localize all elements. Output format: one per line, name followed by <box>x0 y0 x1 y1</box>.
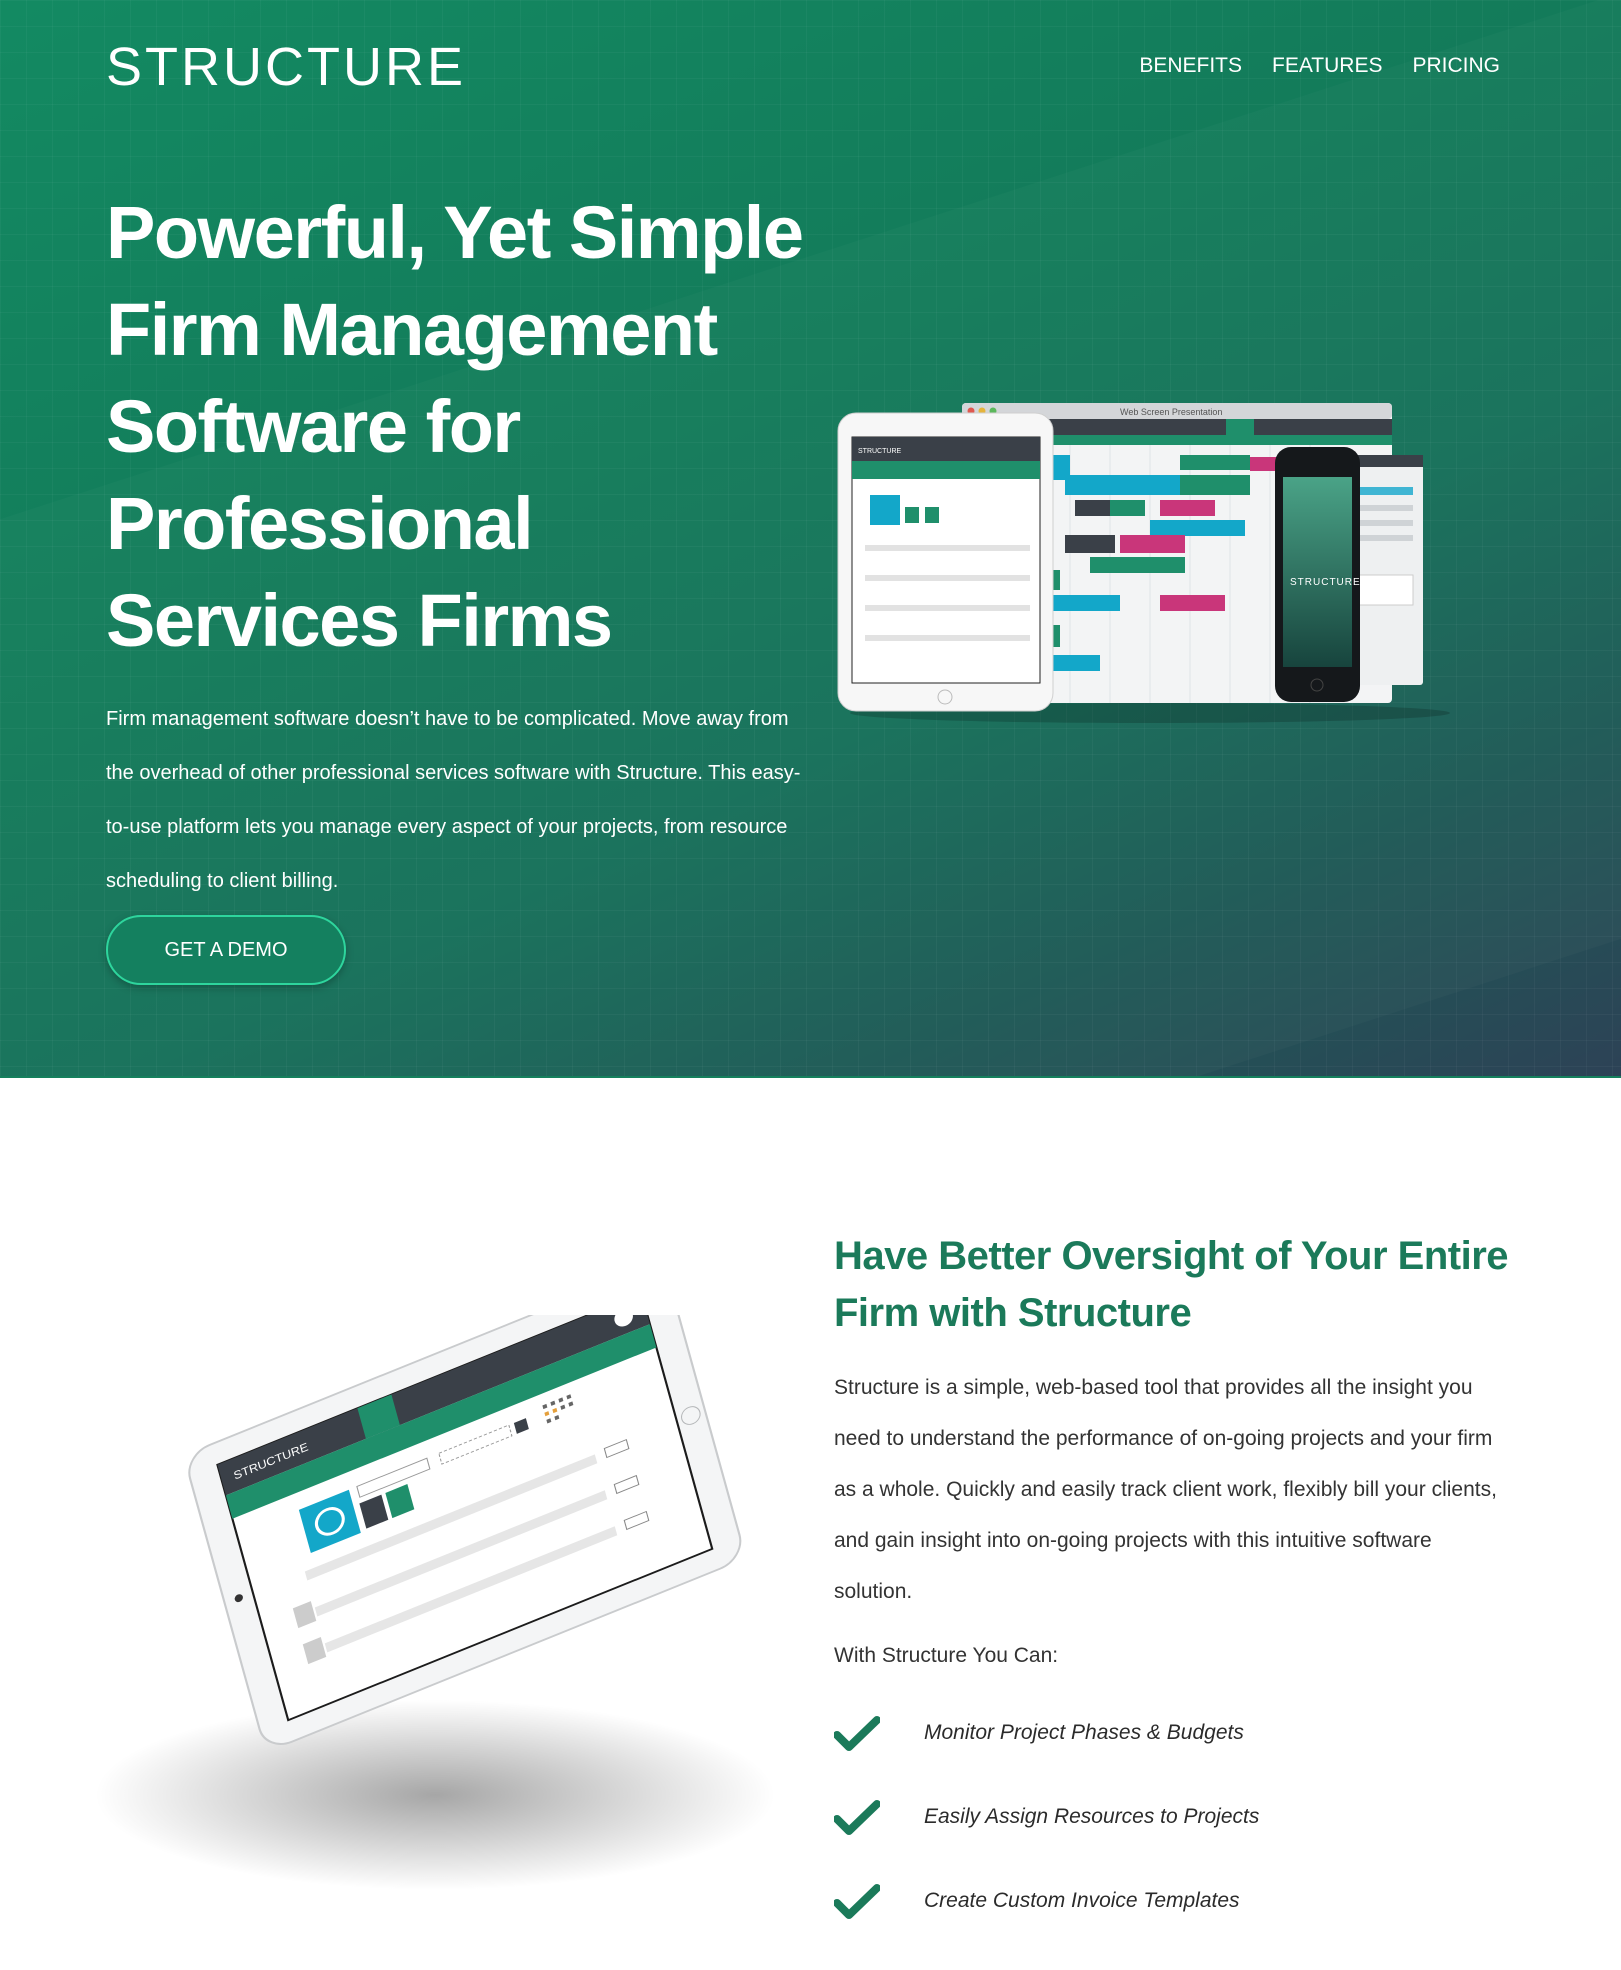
checkmark-icon <box>834 1800 880 1835</box>
hero-section: STRUCTURE BENEFITS FEATURES PRICING Powe… <box>0 0 1621 1078</box>
nav-features-link[interactable]: FEATURES <box>1272 54 1382 78</box>
feature-label: Monitor Project Phases & Budgets <box>924 1721 1244 1744</box>
feature-label: Create Custom Invoice Templates <box>924 1889 1240 1912</box>
hero-title: Powerful, Yet Simple Firm Management Sof… <box>106 191 804 662</box>
checkmark-icon <box>834 1716 880 1751</box>
structure-logo[interactable]: STRUCTURE <box>106 36 466 98</box>
window-title: Web Screen Presentation <box>1120 407 1222 417</box>
feature-list: Monitor Project Phases & Budgets Easily … <box>834 1716 1260 1970</box>
nav-benefits-link[interactable]: BENEFITS <box>1139 54 1242 78</box>
tablet-app-image: STRUCTURE <box>95 1315 775 1890</box>
nav-pricing-link[interactable]: PRICING <box>1412 54 1500 78</box>
list-item: Easily Assign Resources to Projects <box>834 1800 1260 1886</box>
benefits-description: Structure is a simple, web-based tool th… <box>834 1376 1497 1603</box>
get-a-demo-button[interactable]: GET A DEMO <box>106 915 346 985</box>
feature-label: Easily Assign Resources to Projects <box>924 1805 1260 1828</box>
benefits-subhead: With Structure You Can: <box>834 1644 1059 1667</box>
main-nav: BENEFITS FEATURES PRICING <box>1139 54 1500 78</box>
phone-logo: STRUCTURE <box>1290 577 1361 588</box>
devices-mockup-image: Web Screen Presentation STRUCTURE STRUCT… <box>837 403 1450 723</box>
tablet-logo: STRUCTURE <box>858 448 901 455</box>
checkmark-icon <box>834 1884 880 1919</box>
list-item: Monitor Project Phases & Budgets <box>834 1716 1259 1802</box>
hero-description: Firm management software doesn’t have to… <box>106 708 801 892</box>
benefits-title: Have Better Oversight of Your Entire Fir… <box>834 1234 1509 1335</box>
list-item: Create Custom Invoice Templates <box>834 1884 1259 1970</box>
